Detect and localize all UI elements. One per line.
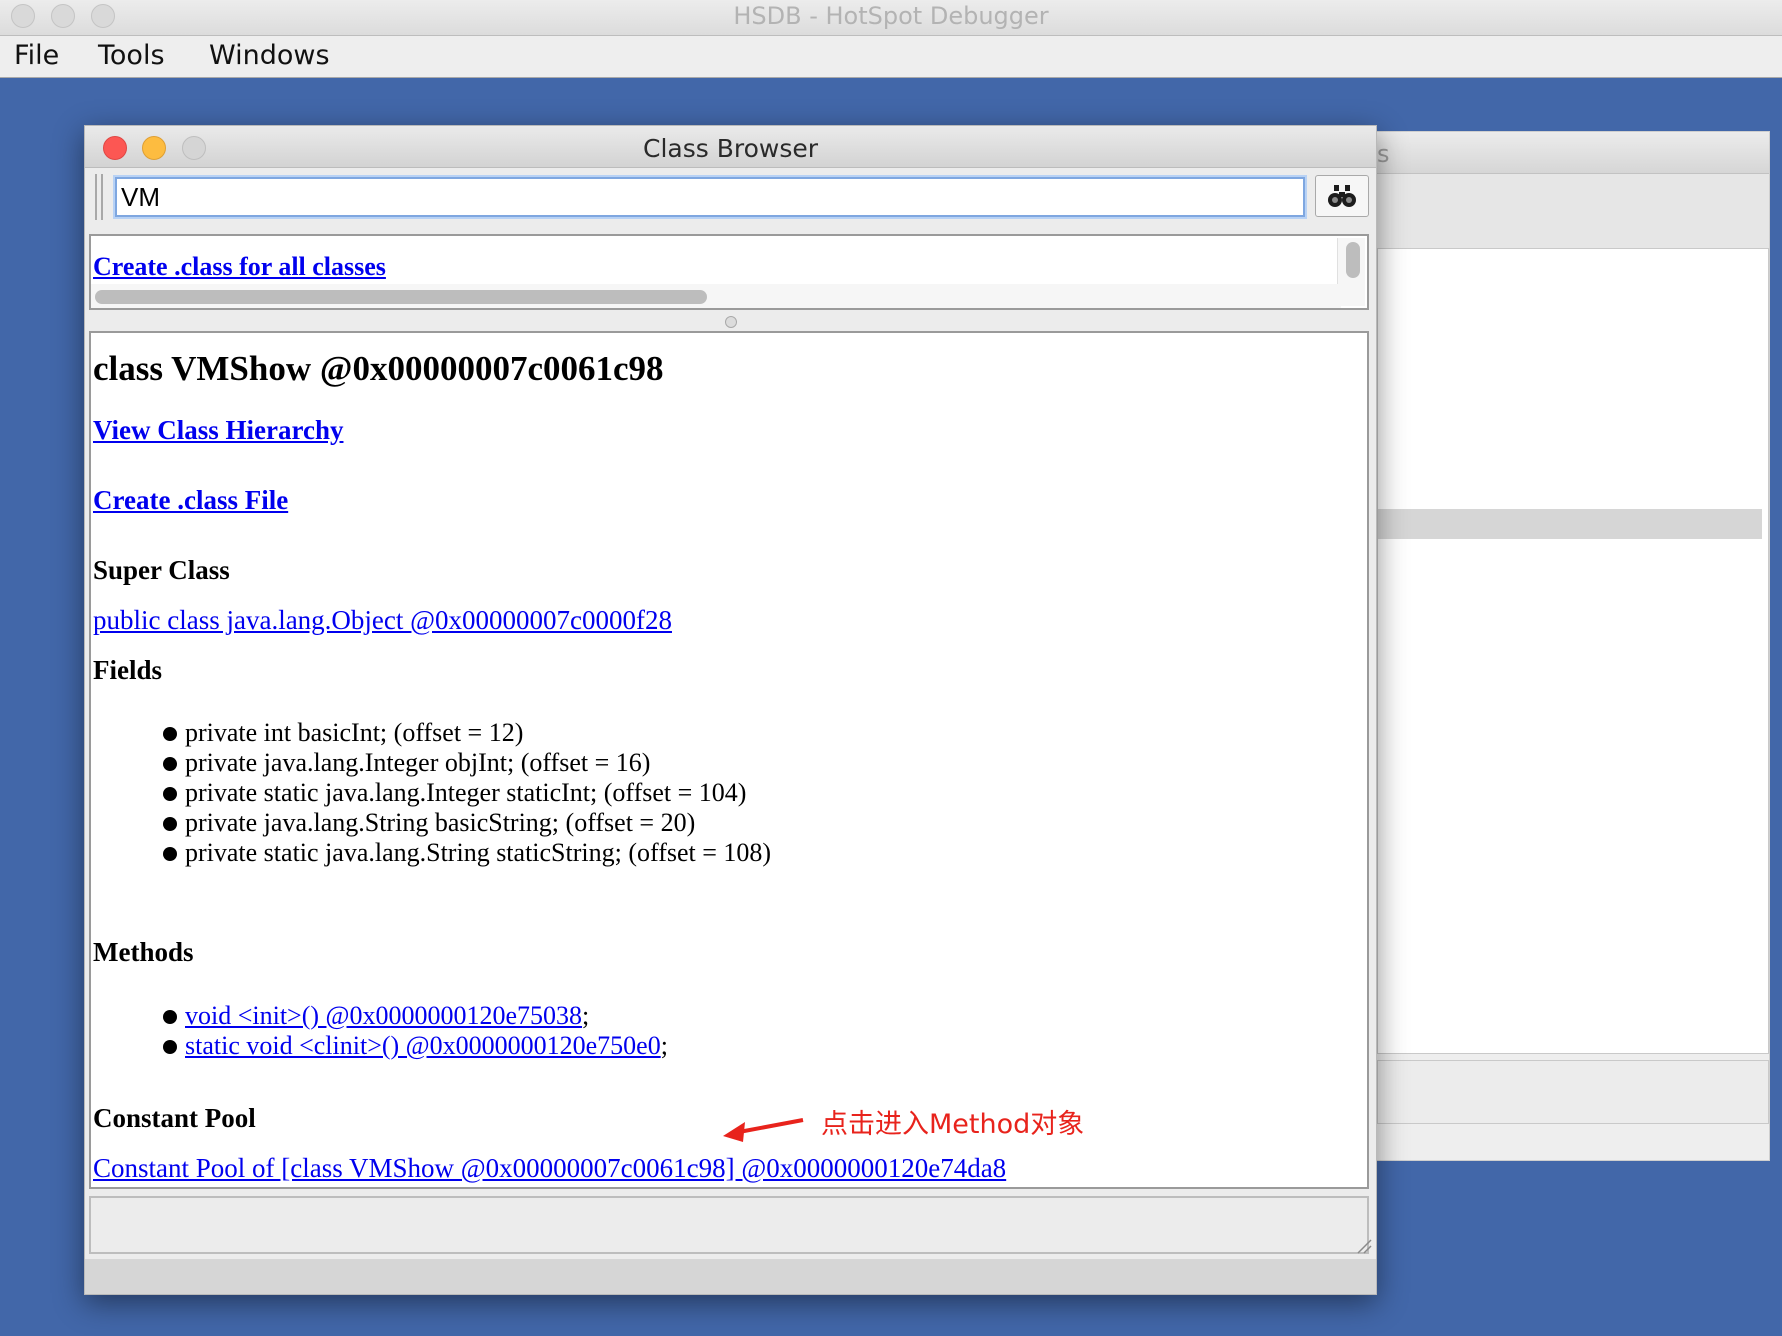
red-arrow-icon [723, 1118, 804, 1142]
list-item: private static java.lang.String staticSt… [163, 838, 771, 868]
menu-file[interactable]: File [14, 40, 59, 71]
fields-heading: Fields [93, 655, 163, 685]
background-window-title: s [1377, 140, 1390, 168]
class-heading: class VMShow @0x00000007c0061c98 [93, 349, 664, 388]
background-window[interactable]: s [1376, 131, 1770, 1161]
search-button[interactable] [1315, 175, 1369, 217]
method-suffix: ; [582, 1001, 590, 1030]
menu-bar: File Tools Windows [0, 36, 1782, 78]
method-suffix: ; [660, 1031, 668, 1060]
super-class-link[interactable]: public class java.lang.Object @0x0000000… [93, 605, 672, 636]
class-list-pane[interactable]: Create .class for all classes [89, 234, 1369, 310]
toolbar-grip[interactable] [95, 174, 103, 220]
methods-list: void <init>() @0x0000000120e75038; stati… [163, 1001, 668, 1061]
annotation-label: 点击进入Method对象 [821, 1109, 1085, 1140]
view-class-hierarchy-link[interactable]: View Class Hierarchy [93, 415, 343, 446]
binoculars-icon [1328, 185, 1356, 207]
bottom-pane[interactable] [89, 1196, 1369, 1254]
background-window-selected-row[interactable] [1378, 509, 1762, 539]
class-browser-window: Class Browser Create .class for all clas… [84, 125, 1377, 1295]
fields-list: private int basicInt; (offset = 12) priv… [163, 718, 771, 868]
window-title: Class Browser [642, 134, 819, 163]
app-title: HSDB - HotSpot Debugger [733, 2, 1049, 30]
resize-grip-icon[interactable] [1356, 1238, 1372, 1254]
create-class-for-all-link[interactable]: Create .class for all classes [93, 252, 386, 282]
status-bar [85, 1259, 1376, 1294]
class-details-pane: class VMShow @0x00000007c0061c98 View Cl… [89, 331, 1369, 1189]
menu-windows[interactable]: Windows [209, 40, 330, 71]
search-input[interactable] [115, 177, 1305, 217]
class-browser-title-bar[interactable]: Class Browser [85, 126, 1376, 168]
search-toolbar [85, 168, 1376, 226]
horizontal-scrollbar[interactable] [91, 284, 1341, 308]
list-item: private java.lang.String basicString; (o… [163, 808, 771, 838]
vertical-scroll-thumb[interactable] [1346, 242, 1360, 278]
horizontal-scroll-thumb[interactable] [95, 290, 707, 304]
constant-pool-link[interactable]: Constant Pool of [class VMShow @0x000000… [93, 1153, 1006, 1184]
methods-heading: Methods [93, 937, 194, 967]
constant-pool-heading: Constant Pool [93, 1103, 256, 1133]
list-item: void <init>() @0x0000000120e75038; [163, 1001, 668, 1031]
super-class-heading: Super Class [93, 555, 230, 585]
app-title-bar: HSDB - HotSpot Debugger [0, 0, 1782, 36]
vertical-scrollbar[interactable] [1337, 238, 1365, 306]
list-item: private static java.lang.Integer staticI… [163, 778, 771, 808]
method-clinit-link[interactable]: static void <clinit>() @0x0000000120e750… [185, 1031, 661, 1060]
menu-tools[interactable]: Tools [98, 40, 165, 71]
background-window-toolbar [1377, 174, 1769, 248]
method-init-link[interactable]: void <init>() @0x0000000120e75038 [185, 1001, 582, 1030]
background-window-bottom-pane[interactable] [1377, 1060, 1769, 1124]
list-item: private int basicInt; (offset = 12) [163, 718, 771, 748]
split-pane-divider[interactable] [725, 316, 737, 328]
background-window-title-bar[interactable]: s [1377, 132, 1769, 174]
list-item: static void <clinit>() @0x0000000120e750… [163, 1031, 668, 1061]
background-window-list[interactable] [1377, 248, 1769, 1054]
create-class-file-link[interactable]: Create .class File [93, 485, 288, 516]
list-item: private java.lang.Integer objInt; (offse… [163, 748, 771, 778]
